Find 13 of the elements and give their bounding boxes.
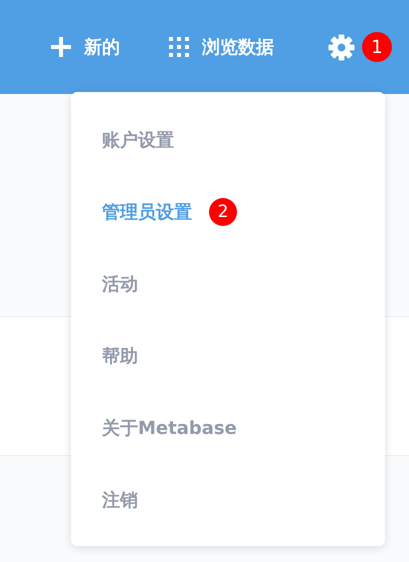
new-button[interactable]: 新的	[84, 35, 120, 59]
menu-item[interactable]: 管理员设置	[102, 200, 192, 224]
settings-icon[interactable]	[328, 34, 355, 60]
annotation-badge: 2	[209, 198, 237, 226]
menu-item[interactable]: 帮助	[102, 344, 138, 368]
menu-item[interactable]: 关于Metabase	[102, 416, 237, 440]
browse-data-link[interactable]: 浏览数据	[202, 35, 274, 59]
plus-icon	[51, 37, 71, 57]
menu-item[interactable]: 账户设置	[102, 128, 174, 152]
annotation-badge: 1	[362, 32, 392, 62]
menu-item[interactable]: 注销	[102, 488, 138, 512]
menu-item[interactable]: 活动	[102, 272, 138, 296]
grid-icon	[169, 37, 189, 57]
